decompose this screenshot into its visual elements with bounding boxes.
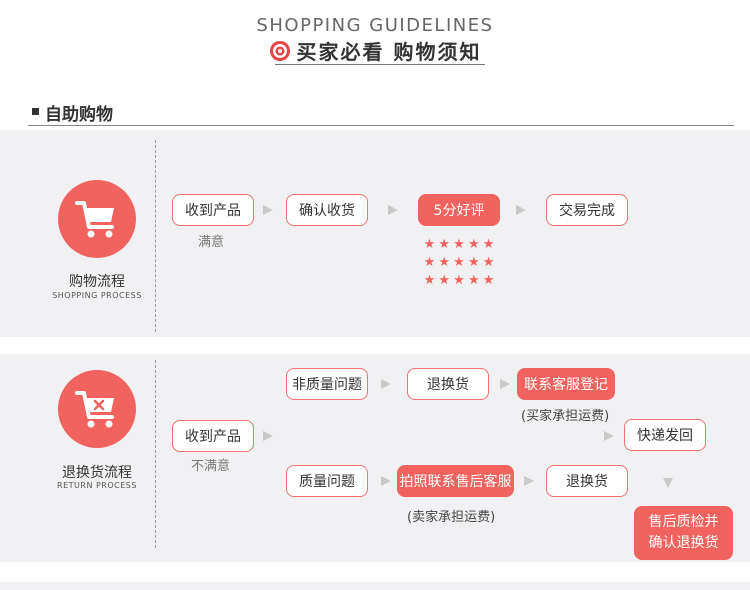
shopping-arrow-1 (263, 205, 273, 215)
star-icon: ★ (482, 273, 495, 288)
header-cn-row: 买家必看 购物须知 (0, 36, 750, 65)
header-cn-title: 买家必看 购物须知 (296, 40, 482, 64)
next-panel-edge (0, 582, 750, 590)
star-icon: ★ (453, 255, 465, 270)
return-step-exchange-bottom: 退换货 (546, 465, 628, 497)
return-cart-icon-circle (58, 370, 136, 448)
return-arrow-start (263, 431, 273, 441)
star-icon: ★ (438, 237, 451, 252)
return-step-receive-sub: 不满意 (191, 459, 231, 474)
shopping-step-complete: 交易完成 (546, 194, 628, 226)
star-icon: ★ (467, 237, 480, 252)
return-step-register-sub: (买家承担运费) (521, 409, 610, 424)
return-step-quality: 质量问题 (286, 465, 368, 497)
return-step-receive: 收到产品 (172, 420, 254, 452)
star-icon: ★ (423, 273, 436, 288)
return-arrow-down (663, 478, 673, 488)
header-underline (275, 64, 485, 65)
star-icon: ★ (467, 273, 480, 288)
shopping-step-confirm: 确认收货 (286, 194, 368, 226)
star-icon: ★ (453, 273, 465, 288)
star-icon: ★ (438, 255, 451, 270)
shopping-cart-icon-circle (58, 180, 136, 258)
return-step-photo: 拍照联系售后客服 (397, 465, 514, 497)
header-en-title: SHOPPING GUIDELINES (256, 15, 494, 36)
star-icon: ★ (467, 255, 480, 270)
return-dashed-divider (155, 360, 156, 548)
star-icon: ★ (438, 273, 451, 288)
shopping-cart-icon (75, 201, 114, 238)
after-check-line2: 确认退换货 (648, 535, 719, 551)
return-arrow-bottom-2 (524, 476, 534, 486)
return-arrow-ship (604, 431, 614, 441)
section-bullet (32, 108, 39, 115)
return-step-ship-back: 快递发回 (624, 419, 706, 451)
star-icon: ★ (423, 255, 436, 270)
section-title: 自助购物 (45, 105, 113, 125)
star-icon: ★ (453, 237, 465, 252)
star-icon: ★ (482, 255, 495, 270)
return-step-exchange-top: 退换货 (407, 368, 489, 400)
return-arrow-top-1 (381, 379, 391, 389)
after-check-line1: 售后质检并 (648, 514, 719, 530)
shopping-step-receive-sub: 满意 (198, 235, 225, 250)
shopping-caption-en: SHOPPING PROCESS (52, 291, 142, 300)
return-caption-cn: 退换货流程 (62, 465, 132, 481)
five-star-rating: ★ ★ ★ ★ ★ ★ ★ ★ ★ ★ ★ ★ ★ ★ ★ (422, 238, 496, 288)
return-step-after-check: 售后质检并 确认退换货 (634, 506, 733, 560)
shopping-step-receive: 收到产品 (172, 194, 254, 226)
return-arrow-top-2 (500, 379, 510, 389)
return-caption-en: RETURN PROCESS (57, 481, 137, 490)
target-icon (269, 40, 290, 61)
shopping-dashed-divider (155, 140, 156, 332)
star-icon: ★ (482, 237, 495, 252)
shopping-arrow-3 (516, 205, 526, 215)
return-arrow-bottom-1 (381, 476, 391, 486)
return-cart-icon (75, 391, 114, 428)
return-step-photo-sub: (卖家承担运费) (407, 510, 496, 525)
star-icon: ★ (423, 237, 436, 252)
shopping-arrow-2 (388, 205, 398, 215)
shopping-step-review: 5分好评 (418, 194, 500, 226)
return-step-register: 联系客服登记 (517, 368, 615, 400)
section-divider (28, 125, 734, 126)
shopping-caption-cn: 购物流程 (69, 274, 125, 290)
return-step-nonquality: 非质量问题 (286, 368, 368, 400)
